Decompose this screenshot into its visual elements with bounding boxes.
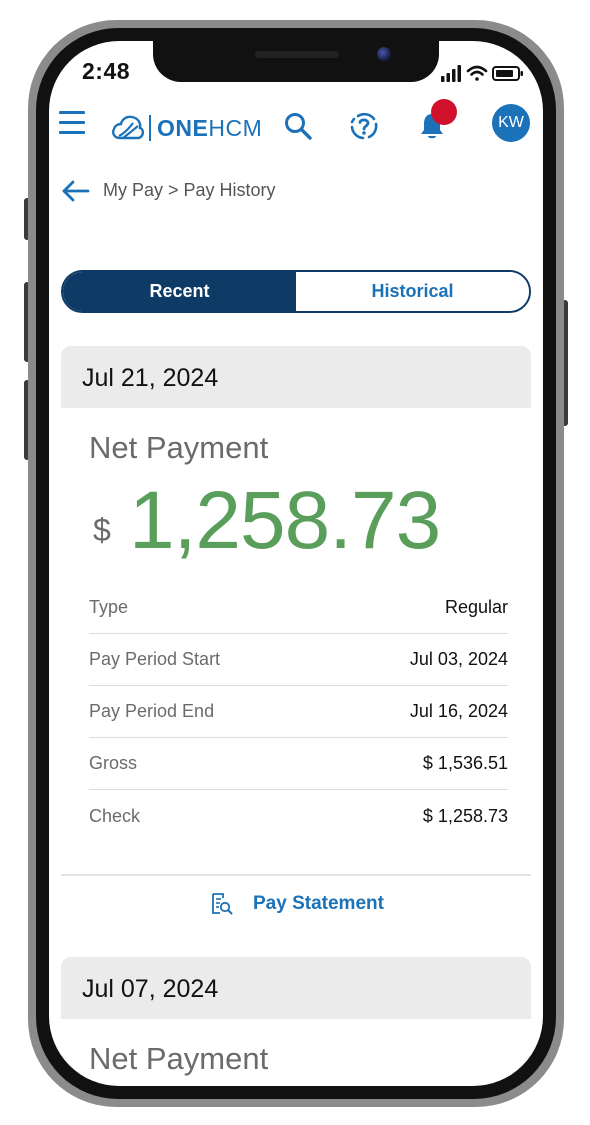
detail-value: Regular xyxy=(444,597,508,617)
detail-row-type: Type Regular xyxy=(89,582,508,634)
detail-row-gross: Gross $ 1,536.51 xyxy=(89,738,508,790)
currency-symbol: $ xyxy=(93,512,111,548)
front-camera xyxy=(377,47,391,61)
detail-label: Pay Period End xyxy=(89,701,215,721)
amount-value: 1,258.73 xyxy=(129,475,441,566)
detail-row-pay-period-end: Pay Period End Jul 16, 2024 xyxy=(89,686,508,738)
speaker-grille xyxy=(255,51,339,58)
detail-label: Check xyxy=(89,805,141,826)
payment-date-header: Jul 07, 2024 xyxy=(61,957,531,1019)
breadcrumb: My Pay > Pay History xyxy=(103,180,276,200)
payment-date-header: Jul 21, 2024 xyxy=(61,346,531,408)
notch xyxy=(153,41,439,82)
pay-statement-button[interactable]: Pay Statement xyxy=(209,889,384,919)
status-icons xyxy=(441,65,523,82)
net-payment-label: Net Payment xyxy=(89,430,269,465)
cloud-logo-icon xyxy=(112,115,145,140)
detail-label: Gross xyxy=(89,753,138,773)
card-divider xyxy=(61,874,531,876)
document-search-icon xyxy=(212,893,233,915)
tab-recent[interactable]: Recent xyxy=(63,272,296,311)
logo-text: ONEHCM xyxy=(157,114,263,141)
detail-label: Type xyxy=(89,597,129,617)
status-time: 2:48 xyxy=(82,58,131,84)
app-logo[interactable]: ONEHCM xyxy=(111,111,262,145)
menu-icon[interactable] xyxy=(59,111,85,137)
detail-value: $ 1,536.51 xyxy=(422,753,508,773)
detail-row-pay-period-start: Pay Period Start Jul 03, 2024 xyxy=(89,634,508,686)
help-icon[interactable] xyxy=(349,111,379,141)
detail-value: $ 1,258.73 xyxy=(422,805,508,826)
detail-value: Jul 03, 2024 xyxy=(409,649,508,669)
search-icon[interactable] xyxy=(283,111,313,141)
detail-row-check: Check $ 1,258.73 xyxy=(89,790,508,842)
wifi-icon xyxy=(466,65,488,81)
battery-icon xyxy=(492,66,523,81)
phone-screen: 2:48 ONEHCM KW My Pay > Pay History Rece… xyxy=(49,41,543,1086)
pay-history-tabs: Recent Historical xyxy=(61,270,531,313)
detail-value: Jul 16, 2024 xyxy=(409,701,508,721)
detail-label: Pay Period Start xyxy=(89,649,221,669)
avatar[interactable]: KW xyxy=(492,104,530,142)
signal-icon xyxy=(441,65,461,82)
tab-historical[interactable]: Historical xyxy=(296,272,529,311)
pay-statement-label: Pay Statement xyxy=(253,893,384,914)
back-arrow-icon[interactable] xyxy=(60,179,90,203)
net-payment-label: Net Payment xyxy=(89,1041,269,1076)
logo-separator xyxy=(149,115,151,141)
notification-badge xyxy=(431,99,457,125)
